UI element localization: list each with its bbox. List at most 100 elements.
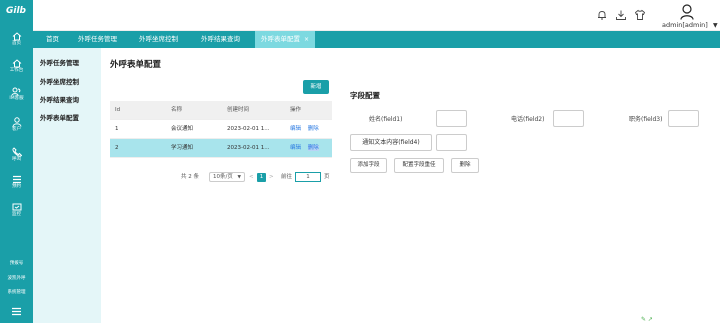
rail-label: IM客服 bbox=[9, 96, 24, 101]
rail-label: 呼叫 bbox=[12, 157, 21, 162]
table-row[interactable]: 1 会议通知 2023-02-01 1... 编辑 删除 bbox=[110, 120, 332, 139]
submenu-item-seat-control[interactable]: 外呼坐席控制 bbox=[40, 76, 79, 86]
user-menu[interactable]: admin[admin] ▼ bbox=[662, 3, 720, 31]
rail-label: 预约 bbox=[12, 184, 21, 189]
field4-input[interactable] bbox=[436, 134, 467, 151]
app-logo: Gilb bbox=[6, 6, 26, 16]
tab-result-query[interactable]: 外呼结果查询 bbox=[195, 31, 246, 48]
goto-label: 前往 bbox=[281, 174, 293, 180]
rail-item-home[interactable]: 首页 bbox=[0, 32, 33, 47]
field3-input[interactable] bbox=[668, 110, 699, 127]
monitor-icon bbox=[12, 203, 21, 211]
close-icon[interactable]: × bbox=[304, 36, 309, 43]
menu-icon bbox=[12, 307, 21, 316]
tab-label: 外呼坐席控制 bbox=[139, 35, 178, 43]
field2-label: 电话(field2) bbox=[511, 116, 545, 123]
cell-name: 学习通知 bbox=[171, 145, 194, 151]
new-button[interactable]: 新增 bbox=[303, 80, 329, 94]
appointment-icon bbox=[12, 175, 21, 184]
total-count: 共 2 条 bbox=[181, 174, 199, 180]
rail-collapse-toggle[interactable] bbox=[0, 307, 33, 316]
caret-down-icon: ▼ bbox=[713, 22, 718, 29]
page-number-current[interactable]: 1 bbox=[257, 173, 266, 182]
table-header-row: Id 名称 创建时间 操作 bbox=[110, 101, 332, 120]
goto-page-input[interactable]: 1 bbox=[295, 172, 321, 182]
rail-item-customer[interactable]: 客户 bbox=[0, 117, 33, 133]
main-content: 外呼表单配置 新增 Id 名称 创建时间 操作 1 会议通知 2023-02-0… bbox=[101, 48, 720, 323]
field2-input[interactable] bbox=[553, 110, 584, 127]
page-size-value: 10条/页 bbox=[213, 174, 233, 180]
add-field-button[interactable]: 添加字段 bbox=[350, 158, 387, 173]
field3-label: 职务(field3) bbox=[629, 116, 663, 123]
corner-mark-icon: ✎ ↗ bbox=[641, 316, 653, 323]
user-avatar-icon bbox=[680, 4, 694, 20]
tab-form-config[interactable]: 外呼表单配置 × bbox=[255, 31, 316, 48]
call-icon bbox=[11, 147, 22, 157]
submenu-item-form-config[interactable]: 外呼表单配置 bbox=[40, 112, 79, 122]
cell-actions: 编辑 删除 bbox=[290, 139, 324, 158]
top-header: admin[admin] ▼ bbox=[33, 0, 720, 31]
rail-item-predial[interactable]: 预拨号 bbox=[0, 261, 33, 267]
cell-id: 2 bbox=[115, 145, 119, 151]
rail-label: 首页 bbox=[12, 41, 21, 46]
page-size-select[interactable]: 10条/页 ▼ bbox=[209, 172, 245, 182]
tab-home[interactable]: 首页 bbox=[40, 31, 65, 48]
workbench-icon bbox=[12, 59, 21, 68]
column-header-id: Id bbox=[115, 107, 121, 113]
rail-label: 监控 bbox=[12, 212, 21, 217]
cell-name: 会议通知 bbox=[171, 126, 194, 132]
field4-label: 通知文本内容(field4) bbox=[350, 134, 432, 151]
nav-rail: Gilb 首页 工作台 IM客服 客户 呼叫 预约 监控 预拨号 波凯外呼 系统… bbox=[0, 0, 33, 323]
tab-label: 外呼表单配置 bbox=[261, 35, 300, 43]
submenu-item-result-query[interactable]: 外呼结果查询 bbox=[40, 94, 79, 104]
field1-input[interactable] bbox=[436, 110, 467, 127]
rail-item-monitor[interactable]: 监控 bbox=[0, 203, 33, 218]
prev-page-button[interactable]: < bbox=[249, 172, 254, 183]
submenu-item-task-management[interactable]: 外呼任务管理 bbox=[40, 57, 79, 67]
download-icon[interactable] bbox=[615, 9, 627, 21]
form-table: Id 名称 创建时间 操作 1 会议通知 2023-02-01 1... 编辑 … bbox=[110, 101, 332, 158]
rail-item-workbench[interactable]: 工作台 bbox=[0, 59, 33, 74]
tab-task-management[interactable]: 外呼任务管理 bbox=[72, 31, 123, 48]
shirt-icon[interactable] bbox=[634, 9, 646, 21]
tab-label: 外呼任务管理 bbox=[78, 35, 117, 43]
tab-label: 外呼结果查询 bbox=[201, 35, 240, 43]
cell-id: 1 bbox=[115, 126, 119, 132]
app-root: Gilb 首页 工作台 IM客服 客户 呼叫 预约 监控 预拨号 波凯外呼 系统… bbox=[0, 0, 720, 323]
tab-bar: 首页 外呼任务管理 外呼坐席控制 外呼结果查询 外呼表单配置 × bbox=[33, 31, 720, 48]
table-row[interactable]: 2 学习通知 2023-02-01 1... 编辑 删除 bbox=[110, 139, 332, 158]
column-header-name: 名称 bbox=[171, 107, 183, 113]
delete-link[interactable]: 删除 bbox=[308, 126, 319, 132]
delete-field-button[interactable]: 删除 bbox=[451, 158, 479, 173]
edit-link[interactable]: 编辑 bbox=[290, 126, 301, 132]
chevron-down-icon: ▼ bbox=[237, 175, 241, 180]
rail-item-appointment[interactable]: 预约 bbox=[0, 175, 33, 190]
cell-actions: 编辑 删除 bbox=[290, 120, 324, 139]
next-page-button[interactable]: > bbox=[269, 172, 274, 183]
reset-field-button[interactable]: 配置字段重佳 bbox=[394, 158, 444, 173]
edit-link[interactable]: 编辑 bbox=[290, 145, 301, 151]
tab-seat-control[interactable]: 外呼坐席控制 bbox=[133, 31, 184, 48]
cell-created-time: 2023-02-01 1... bbox=[227, 145, 270, 151]
rail-item-outbound[interactable]: 波凯外呼 bbox=[0, 276, 33, 282]
rail-item-system-admin[interactable]: 系统管理 bbox=[0, 290, 33, 296]
delete-link[interactable]: 删除 bbox=[307, 145, 319, 151]
rail-item-call[interactable]: 呼叫 bbox=[0, 147, 33, 163]
rail-label: 工作台 bbox=[9, 68, 24, 73]
field1-label: 姓名(field1) bbox=[369, 116, 403, 123]
rail-label: 客户 bbox=[12, 127, 21, 132]
column-header-created-time: 创建时间 bbox=[227, 107, 250, 113]
rail-item-im-service[interactable]: IM客服 bbox=[0, 87, 33, 102]
sub-menu: 外呼任务管理 外呼坐席控制 外呼结果查询 外呼表单配置 bbox=[33, 48, 101, 323]
column-header-actions: 操作 bbox=[290, 107, 302, 113]
home-icon bbox=[12, 32, 21, 41]
tab-label: 首页 bbox=[46, 35, 59, 43]
customer-icon bbox=[12, 117, 21, 127]
page-title: 外呼表单配置 bbox=[110, 60, 162, 70]
page-unit-label: 页 bbox=[324, 174, 330, 180]
bell-icon[interactable] bbox=[596, 9, 608, 21]
im-service-icon bbox=[11, 87, 21, 96]
field-config-title: 字段配置 bbox=[350, 91, 380, 100]
username: admin[admin] bbox=[662, 21, 708, 29]
cell-created-time: 2023-02-01 1... bbox=[227, 126, 270, 132]
